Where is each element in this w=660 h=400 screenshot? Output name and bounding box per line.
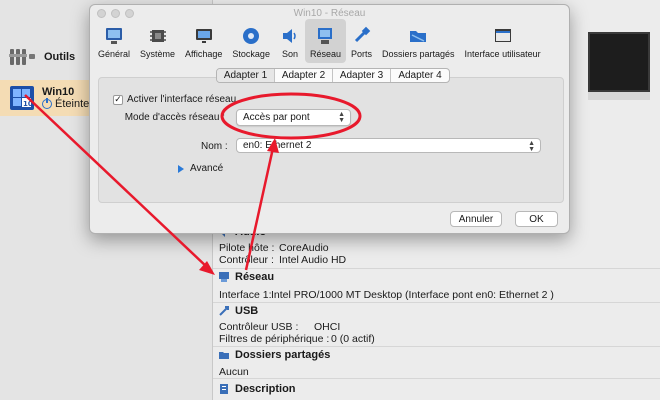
toolbar-label: Son [281,49,298,59]
divider [213,268,660,269]
adapter-tabs: Adapter 1 Adapter 2 Adapter 3 Adapter 4 [216,68,450,83]
toolbar-audio[interactable]: Son [275,19,305,63]
usb-icon [219,306,229,316]
shared-folders-row: Aucun [219,366,249,378]
description-section-title: Description [235,383,296,395]
power-off-icon [42,98,52,109]
description-section-header[interactable]: Description [218,381,296,397]
host-driver-label: Pilote hôte : [219,242,275,254]
speaker-icon [282,29,296,43]
host-driver-value: CoreAudio [279,242,329,254]
vm-details-panel: Audio Pilote hôte : CoreAudio Contrôleur… [213,220,660,400]
toolbar-ports[interactable]: Ports [346,19,377,63]
usb-section-header[interactable]: USB [218,303,258,319]
vm-name: Win10 [42,86,75,98]
network-section-title: Réseau [235,271,275,283]
tab-adapter-3[interactable]: Adapter 3 [333,69,391,82]
tools-label: Outils [44,51,76,63]
advanced-disclosure[interactable]: Avancé [178,163,223,174]
advanced-label: Avancé [190,163,224,174]
shared-folders-section-title: Dossiers partagés [235,349,331,361]
enable-adapter-row: ✓ Activer l'interface réseau [113,94,236,105]
usb-filters-row: Filtres de périphérique : 0 (0 actif) [219,333,375,345]
shared-folders-section-header[interactable]: Dossiers partagés [218,347,330,363]
toolbar-user-interface[interactable]: Interface utilisateur [460,19,546,63]
settings-toolbar: Général Système Affichage Stockage Son R… [90,19,569,63]
network-icon [318,28,333,44]
toolbar-label: Réseau [309,49,341,59]
network-section-header[interactable]: Réseau [218,269,274,285]
tab-adapter-1[interactable]: Adapter 1 [217,69,275,82]
audio-controller-value: Intel Audio HD [279,254,347,266]
usb-controller-row: Contrôleur USB : OHCI [219,321,340,333]
attachment-mode-select[interactable]: Accès par pont ▲ ▼ [236,109,351,126]
tab-adapter-4[interactable]: Adapter 4 [391,69,449,82]
disclosure-triangle-icon [178,164,184,173]
vm-state: Éteinte [42,98,89,110]
vm-state-label: Éteinte [55,98,90,110]
chip-icon [149,30,166,42]
zoom-window-button[interactable] [125,9,134,18]
usb-controller-value: OHCI [314,321,341,333]
audio-controller-label: Contrôleur : [219,254,274,266]
close-window-button[interactable] [97,9,106,18]
toolbar-storage[interactable]: Stockage [227,19,275,63]
toolbar-system[interactable]: Système [135,19,180,63]
adapter-name-label: Nom : [201,141,228,152]
interface-value: Intel PRO/1000 MT Desktop (Interface pon… [271,289,554,301]
toolbar-display[interactable]: Affichage [180,19,227,63]
windows10-os-icon: 10 [10,86,34,110]
toolbar-label: Ports [350,49,372,59]
enable-adapter-checkbox[interactable]: ✓ [113,94,123,105]
toolbar-shared-folders[interactable]: Dossiers partagés [377,19,460,63]
enable-adapter-label: Activer l'interface réseau [127,94,237,105]
audio-host-driver-row: Pilote hôte : CoreAudio [219,242,329,254]
toolbar-label: Interface utilisateur [464,49,541,59]
select-arrows-icon: ▲ ▼ [338,111,345,124]
divider [213,378,660,379]
network-icon [219,272,229,282]
svg-text:10: 10 [23,100,33,108]
ok-button[interactable]: OK [515,211,558,227]
interface-label: Interface 1: [219,289,272,301]
audio-controller-row: Contrôleur : Intel Audio HD [219,254,346,266]
description-icon [220,384,228,394]
network-settings-dialog: Win10 - Réseau Général Système Affichage… [89,4,570,234]
toolbar-general[interactable]: Général [93,19,135,63]
window-icon [494,29,511,42]
preview-caption-bar [588,92,650,100]
minimize-window-button[interactable] [111,9,120,18]
display-icon [195,29,212,43]
folder-icon [410,31,427,42]
disk-icon [243,28,260,44]
network-interface-row: Interface 1: Intel PRO/1000 MT Desktop (… [219,289,554,301]
toolbar-label: Général [98,49,131,59]
attachment-mode-value: Accès par pont [243,112,310,123]
divider [213,302,660,303]
dialog-title: Win10 - Réseau [293,7,366,19]
adapter-name-value: en0: Ethernet 2 [243,140,312,151]
toolbar-label: Affichage [185,49,223,59]
select-arrows-icon: ▲ ▼ [528,140,535,153]
shared-folders-value: Aucun [219,366,249,378]
toolbar-label: Système [140,49,176,59]
usb-filters-value: 0 (0 actif) [331,333,375,345]
cancel-button[interactable]: Annuler [450,211,502,227]
tab-adapter-2[interactable]: Adapter 2 [275,69,333,82]
folder-icon [219,352,229,359]
adapter-name-select[interactable]: en0: Ethernet 2 ▲ ▼ [236,138,541,153]
toolbar-label: Dossiers partagés [382,49,455,59]
usb-section-title: USB [235,305,259,317]
toolbar-label: Stockage [232,49,270,59]
tools-icon [9,49,35,65]
toolbar-network[interactable]: Réseau [304,19,346,63]
usb-filters-label: Filtres de périphérique : [219,333,330,345]
vm-preview-thumbnail [588,32,650,92]
monitor-icon [106,28,123,44]
attachment-mode-label: Mode d'accès réseau : [124,112,225,123]
plug-icon [355,26,371,43]
usb-controller-label: Contrôleur USB : [219,321,299,333]
